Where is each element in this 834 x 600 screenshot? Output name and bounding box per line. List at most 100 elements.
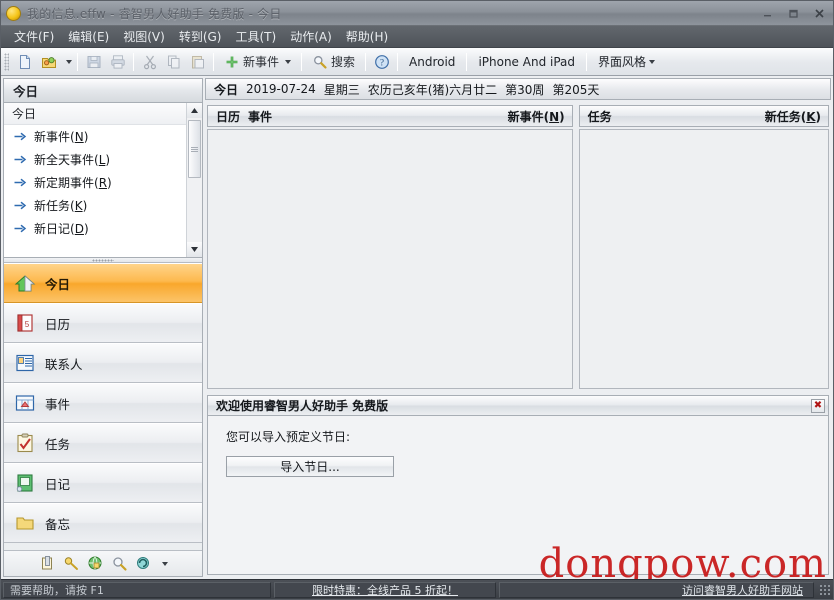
import-holidays-button[interactable]: 导入节日... (226, 456, 394, 477)
svg-text:5: 5 (25, 320, 30, 329)
copy-button[interactable] (162, 51, 185, 73)
sidebar-link-new-task-label: 新任务(K) (34, 199, 88, 213)
sidebar-item-diary[interactable]: 日记 (4, 463, 202, 503)
sidebar-item-events[interactable]: 事件 (4, 383, 202, 423)
sidebar-link-new-recurring-event[interactable]: 新定期事件(R) (4, 171, 186, 194)
main-body: 今日 今日 新事件(N) 新全天事件(L) 新定期事件(R) 新任务(K) 新日… (1, 76, 833, 579)
date-bar-day-of-year: 第205天 (552, 82, 600, 97)
panels-row: 日历 事件 新事件(N) 任务 新任务(K) (205, 102, 831, 389)
menu-item-file[interactable]: 文件(F) (7, 26, 61, 47)
sidebar-item-calendar[interactable]: 5 日历 (4, 303, 202, 343)
skin-style-button[interactable]: 界面风格 (591, 51, 662, 73)
new-event-link[interactable]: 新事件(N) (508, 108, 565, 125)
iphone-ipad-label: iPhone And iPad (478, 54, 576, 69)
status-promo[interactable]: 限时特惠：全线产品 5 折起！ (274, 581, 496, 598)
help-button[interactable]: ? (370, 51, 393, 73)
date-bar-weekday: 星期三 (323, 82, 360, 97)
new-event-button[interactable]: 新事件 (218, 51, 297, 73)
sidebar-link-new-allday-event[interactable]: 新全天事件(L) (4, 148, 186, 171)
status-hint: 需要帮助，请按 F1 (3, 581, 271, 598)
maximize-button[interactable] (781, 5, 805, 22)
menu-item-view[interactable]: 视图(V) (116, 26, 172, 47)
sidebar-link-new-task[interactable]: 新任务(K) (4, 194, 186, 217)
minimize-button[interactable] (755, 5, 779, 22)
sidebar-nav-list: 今日 5 日历 联系人 事件 任务 日记 备忘 (4, 263, 202, 550)
scroll-down-button[interactable] (187, 242, 202, 257)
menu-item-goto[interactable]: 转到(G) (172, 26, 229, 47)
resize-grip-icon[interactable] (819, 583, 831, 596)
sidebar-bottom-dropdown-icon[interactable] (161, 561, 168, 566)
new-event-dropdown-icon[interactable] (285, 59, 292, 64)
menu-bar: 文件(F) 编辑(E) 视图(V) 转到(G) 工具(T) 动作(A) 帮助(H… (1, 26, 833, 48)
sidebar-link-new-event[interactable]: 新事件(N) (4, 125, 186, 148)
menu-actions-label: 动作(A) (290, 30, 332, 44)
skin-style-label: 界面风格 (598, 55, 647, 69)
plus-icon (226, 56, 238, 67)
menu-item-actions[interactable]: 动作(A) (283, 26, 339, 47)
welcome-panel: 欢迎使用睿智男人好助手 免费版 ✖ 您可以导入预定义节日: 导入节日... (207, 395, 829, 575)
paste-button[interactable] (186, 51, 209, 73)
tasks-panel: 任务 新任务(K) (578, 105, 829, 389)
arrow-right-icon (14, 132, 27, 141)
paste-icon (191, 55, 204, 68)
help-circle-icon: ? (374, 54, 389, 69)
calendar-panel-title-events: 事件 (248, 109, 273, 124)
sidebar-item-notes[interactable]: 备忘 (4, 503, 202, 543)
sidebar-scrollbar[interactable] (186, 103, 202, 257)
arrow-right-icon (14, 178, 27, 187)
date-bar-week-of-year: 第30周 (505, 82, 545, 97)
calendar-icon: 5 (17, 314, 33, 332)
menu-tools-label: 工具(T) (235, 30, 277, 44)
sidebar-item-today[interactable]: 今日 (4, 263, 202, 303)
task-icon (17, 433, 33, 453)
open-folder-dropdown[interactable] (61, 51, 73, 73)
sidebar-link-new-diary[interactable]: 新日记(D) (4, 217, 186, 240)
menu-item-help[interactable]: 帮助(H) (339, 26, 395, 47)
menu-item-edit[interactable]: 编辑(E) (61, 26, 116, 47)
status-site-link[interactable]: 访问睿智男人好助手网站 (499, 581, 814, 598)
save-icon (87, 55, 100, 68)
sidebar-item-contacts[interactable]: 联系人 (4, 343, 202, 383)
save-button[interactable] (82, 51, 105, 73)
application-window: 我的信息.effw - 睿智男人好助手 免费版 - 今日 文件(F) 编辑(E)… (0, 0, 834, 600)
calendar-panel-body[interactable] (207, 129, 573, 389)
welcome-panel-body: 您可以导入预定义节日: 导入节日... (208, 416, 828, 477)
search-button[interactable]: 搜索 (306, 51, 361, 73)
menu-file-label: 文件(F) (14, 30, 55, 44)
new-event-label: 新事件 (243, 55, 280, 69)
cut-button[interactable] (138, 51, 161, 73)
note-icon (16, 517, 34, 530)
open-folder-icon (41, 56, 56, 68)
menu-item-tools[interactable]: 工具(T) (228, 26, 283, 47)
globe-lock-icon[interactable] (87, 555, 104, 572)
close-button[interactable] (807, 5, 831, 22)
home-icon (14, 275, 36, 292)
welcome-close-button[interactable]: ✖ (811, 398, 825, 413)
sidebar-link-new-allday-event-label: 新全天事件(L) (34, 153, 111, 167)
iphone-ipad-button[interactable]: iPhone And iPad (471, 51, 582, 73)
print-button[interactable] (106, 51, 129, 73)
toolbar-separator-5 (365, 52, 367, 71)
key-icon[interactable] (63, 555, 80, 572)
task-panel-header: 任务 新任务(K) (578, 105, 829, 127)
magnifier-icon[interactable] (111, 555, 128, 572)
sidebar-item-tasks[interactable]: 任务 (4, 423, 202, 463)
android-button[interactable]: Android (402, 51, 462, 73)
trash-icon[interactable] (39, 555, 56, 572)
toolbar-grip[interactable] (4, 52, 9, 71)
scroll-thumb[interactable] (188, 120, 201, 178)
chevron-down-icon (65, 59, 72, 64)
refresh-icon[interactable] (135, 555, 152, 572)
toolbar-separator-8 (586, 52, 588, 71)
sidebar-item-contacts-label: 联系人 (45, 356, 83, 372)
skin-dropdown-icon[interactable] (649, 59, 656, 64)
new-task-link[interactable]: 新任务(K) (765, 108, 821, 125)
sidebar-quick-list: 今日 新事件(N) 新全天事件(L) 新定期事件(R) 新任务(K) 新日记(D… (4, 103, 186, 257)
task-panel-body[interactable] (578, 129, 829, 389)
open-folder-button[interactable] (37, 51, 60, 73)
welcome-body-text: 您可以导入预定义节日: (226, 430, 351, 444)
diary-icon (16, 474, 33, 492)
scroll-up-button[interactable] (187, 103, 202, 118)
contacts-icon (16, 354, 34, 372)
new-document-button[interactable] (13, 51, 36, 73)
